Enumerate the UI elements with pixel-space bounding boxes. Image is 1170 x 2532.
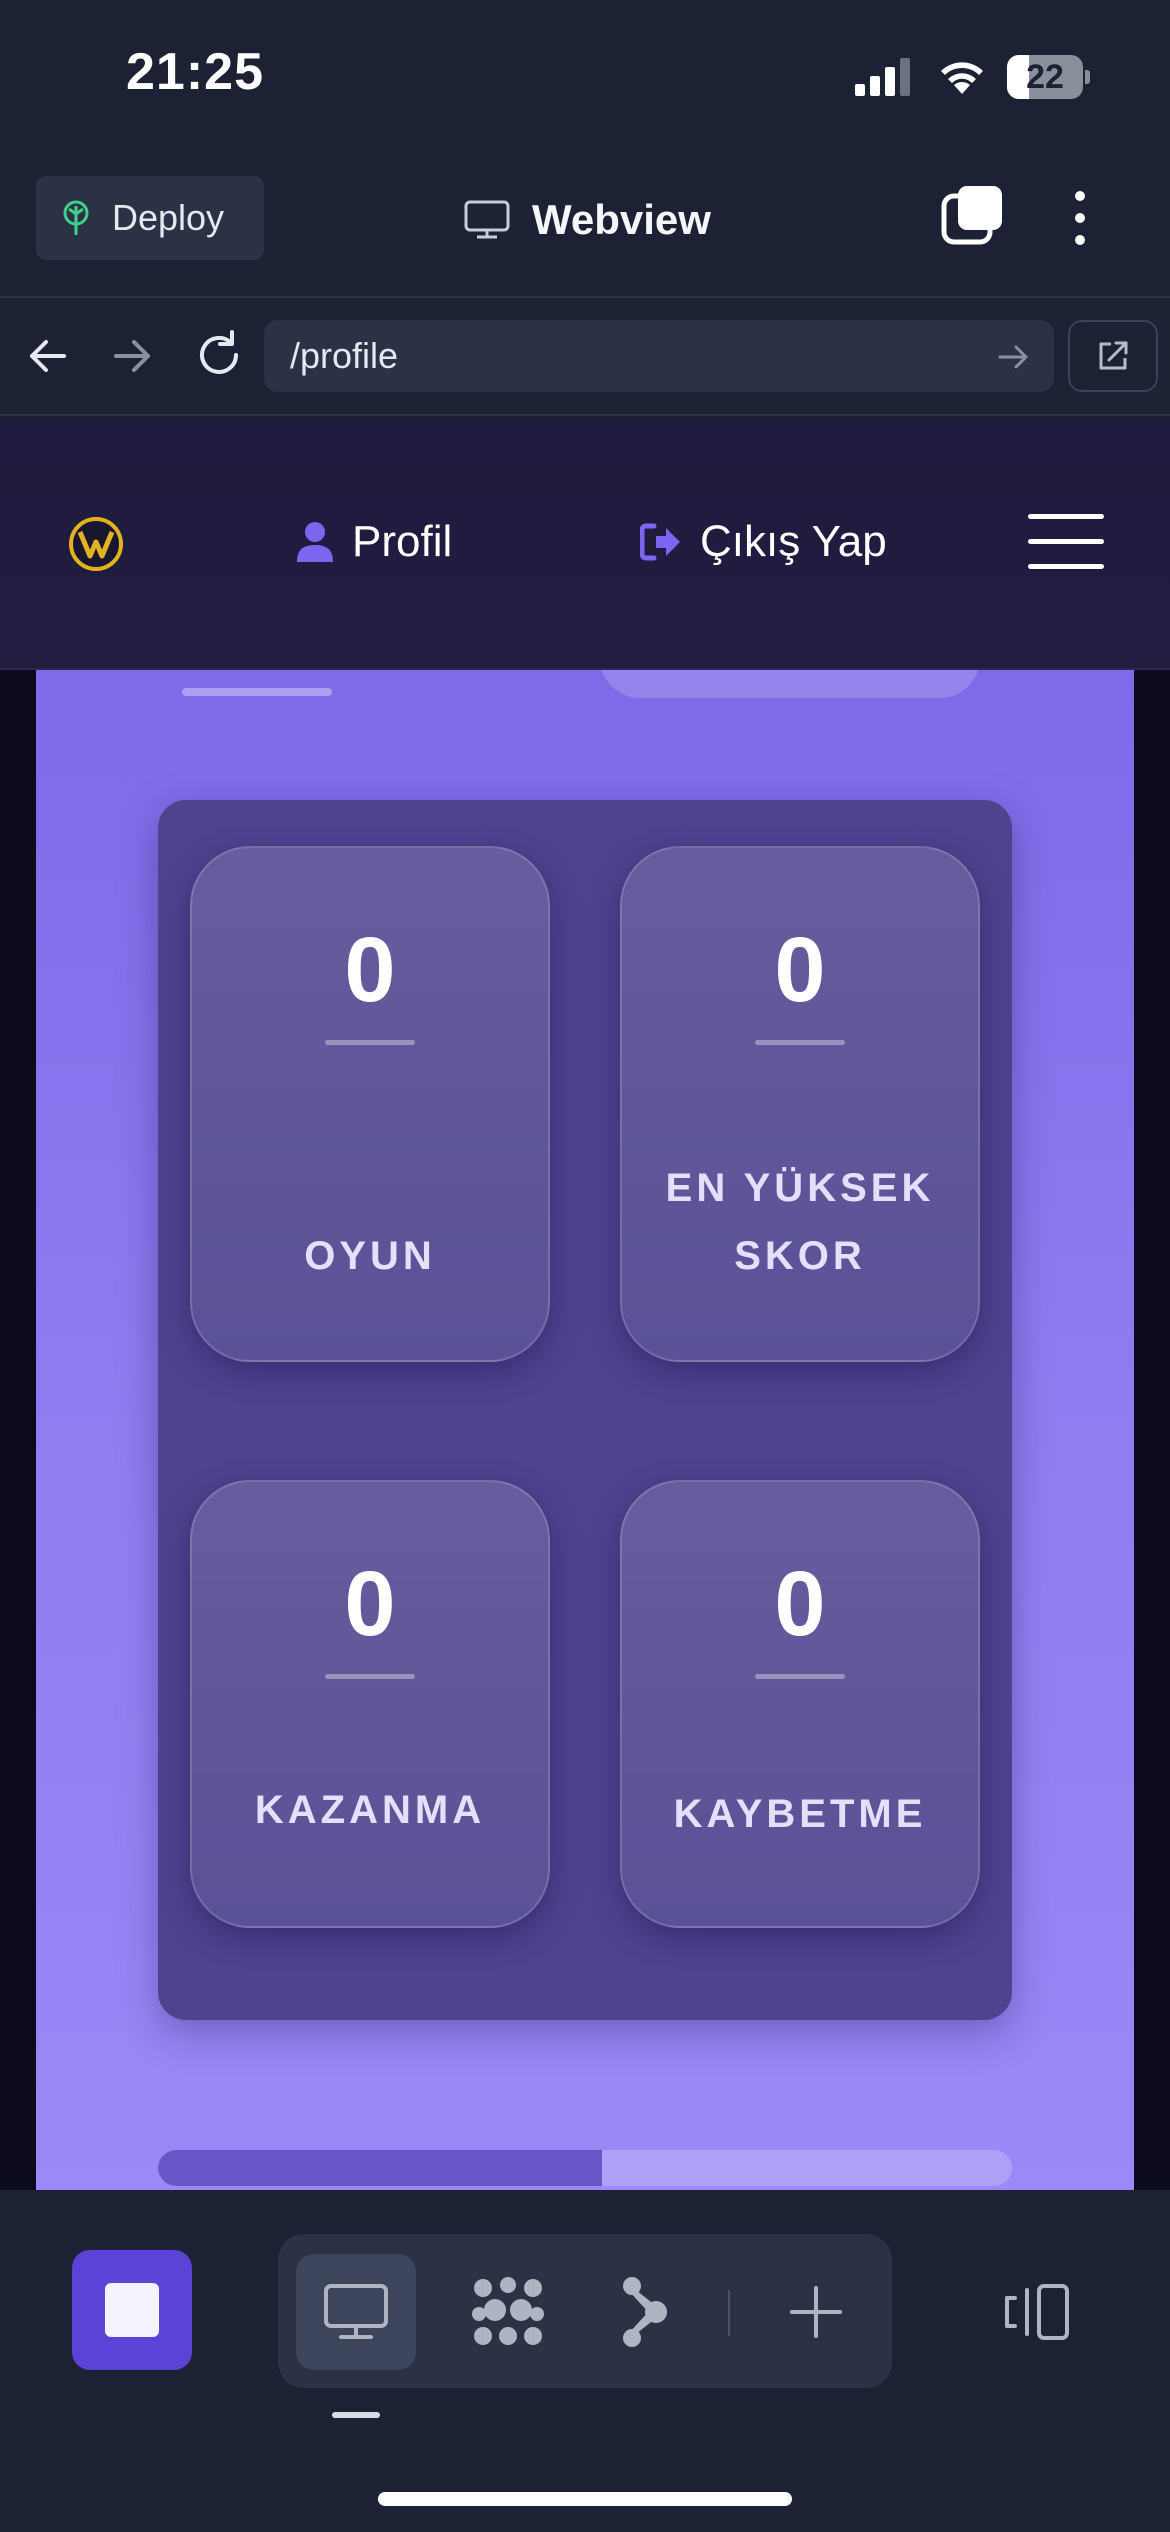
- monitor-icon: [324, 2284, 388, 2339]
- horizontal-scrollbar[interactable]: [158, 2150, 1012, 2186]
- back-arrow-icon[interactable]: [24, 332, 72, 380]
- stat-divider: [755, 1674, 845, 1679]
- battery-level: 22: [1026, 58, 1064, 96]
- nav-logout-link[interactable]: Çıkış Yap: [640, 510, 887, 574]
- stat-card-losses: 0 KAYBETME: [620, 1480, 980, 1928]
- tab-underline: [182, 688, 332, 696]
- stat-value: 0: [344, 1553, 396, 1655]
- stat-label: EN YÜKSEK SKOR: [665, 1166, 935, 1278]
- layout-switch-button[interactable]: [996, 2272, 1076, 2352]
- stat-label: KAZANMA: [254, 1788, 486, 1832]
- forward-arrow-icon[interactable]: [108, 332, 156, 380]
- stat-card-high-score: 0 EN YÜKSEK SKOR: [620, 846, 980, 1362]
- stats-grid: 0 OYUN 0 EN YÜKSEK SKOR 0 KAZANMA 0 KAYB…: [158, 800, 1012, 2020]
- stop-button[interactable]: [72, 2250, 192, 2370]
- reload-icon[interactable]: [192, 328, 246, 382]
- stat-card-wins: 0 KAZANMA: [190, 1480, 550, 1928]
- webview-label: Webview: [532, 196, 711, 243]
- toolbar-divider: [728, 2290, 730, 2336]
- stat-value: 0: [774, 1553, 826, 1655]
- wifi-icon: [941, 62, 983, 94]
- status-time: 21:25: [126, 43, 264, 101]
- tool-git-button[interactable]: [584, 2254, 704, 2370]
- app-navbar: [0, 418, 1170, 670]
- open-external-button[interactable]: [1068, 320, 1158, 392]
- stat-value: 0: [344, 919, 396, 1021]
- webview-title[interactable]: Webview: [464, 190, 711, 250]
- user-icon: [297, 522, 333, 562]
- url-input[interactable]: /profile: [264, 320, 1054, 392]
- more-vertical-icon[interactable]: [1056, 186, 1104, 250]
- nav-profile-link[interactable]: Profil: [296, 510, 452, 574]
- stat-value: 0: [774, 919, 826, 1021]
- nav-logout-label: Çıkış Yap: [700, 517, 887, 566]
- panel-layout-icon: [1005, 2284, 1069, 2340]
- signal-icon: [855, 58, 910, 96]
- battery-icon: 22: [1007, 55, 1091, 99]
- plus-icon: [790, 2286, 842, 2338]
- deploy-button[interactable]: Deploy: [36, 176, 264, 260]
- stat-card-games: 0 OYUN: [190, 846, 550, 1362]
- tool-webview-button[interactable]: [296, 2254, 416, 2370]
- sign-out-icon: [640, 523, 680, 561]
- scrollbar-thumb[interactable]: [158, 2150, 603, 2186]
- go-arrow-icon[interactable]: [996, 340, 1030, 374]
- tool-agent-button[interactable]: [448, 2254, 568, 2370]
- stat-label: KAYBETME: [673, 1792, 927, 1836]
- stat-label: OYUN: [304, 1234, 436, 1278]
- external-link-icon: [1099, 341, 1128, 370]
- add-tool-button[interactable]: [756, 2254, 876, 2370]
- monitor-icon: [464, 200, 510, 239]
- stat-divider: [325, 1674, 415, 1679]
- logo-icon[interactable]: [68, 516, 124, 572]
- stop-icon: [105, 2283, 159, 2337]
- nav-profile-label: Profil: [352, 517, 453, 566]
- hamburger-icon[interactable]: [1028, 510, 1104, 574]
- deploy-label: Deploy: [112, 197, 225, 238]
- deploy-tree-icon: [63, 200, 89, 235]
- agent-icon: [472, 2277, 544, 2345]
- home-indicator[interactable]: [378, 2492, 792, 2506]
- stat-divider: [755, 1040, 845, 1045]
- tabs-icon[interactable]: [940, 184, 1004, 248]
- git-branch-icon: [623, 2277, 667, 2347]
- active-tool-indicator: [332, 2412, 380, 2418]
- stat-divider: [325, 1040, 415, 1045]
- url-text: /profile: [290, 335, 399, 376]
